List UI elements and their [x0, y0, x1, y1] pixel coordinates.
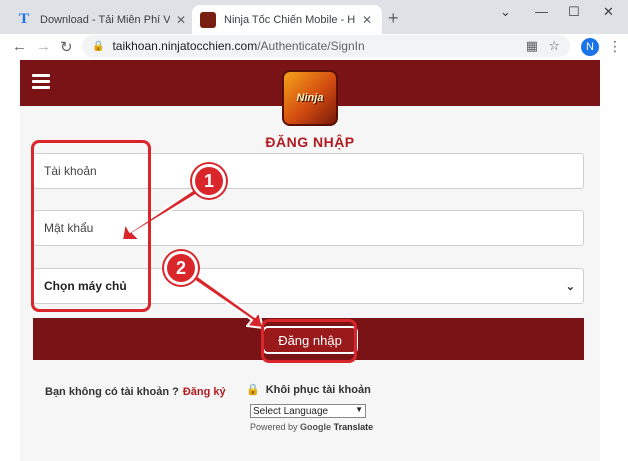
no-account-text: Bạn không có tài khoản ? Đăng ký — [45, 386, 226, 398]
forward-icon[interactable]: → — [36, 38, 51, 55]
profile-avatar[interactable]: N — [581, 38, 599, 56]
minimize-icon[interactable]: — — [535, 4, 548, 19]
browser-tab-bar: T Download - Tải Miễn Phí VN - Ph ✕ Ninj… — [0, 0, 628, 34]
new-tab-icon[interactable]: + — [388, 8, 399, 29]
highlight-box-fields — [31, 140, 151, 312]
tab-title: Ninja Tốc Chiến Mobile - Huyền — [224, 13, 356, 26]
reload-icon[interactable]: ↻ — [60, 38, 73, 56]
powered-by-google[interactable]: Powered by Google Translate — [250, 422, 373, 432]
register-link[interactable]: Đăng ký — [183, 386, 226, 398]
maximize-icon[interactable]: ☐ — [568, 4, 580, 20]
ninja-favicon-icon — [200, 11, 216, 28]
chevron-down-icon: ▼ — [355, 405, 363, 414]
lock-icon: 🔒 — [92, 40, 105, 52]
tab-search-icon[interactable]: ⌄ — [500, 4, 511, 20]
language-select[interactable]: Select Language ▼ — [250, 404, 366, 418]
close-icon[interactable]: ✕ — [174, 13, 188, 27]
step-badge-2: 2 — [164, 251, 198, 285]
address-bar[interactable]: 🔒 taikhoan.ninjatocchien.com/Authenticat… — [82, 35, 570, 57]
step-badge-1: 1 — [192, 164, 226, 198]
url-host: taikhoan.ninjatocchien.com — [112, 39, 258, 53]
highlight-box-login — [261, 319, 357, 363]
hamburger-menu-icon[interactable] — [32, 74, 50, 89]
tab-ninja[interactable]: Ninja Tốc Chiến Mobile - Huyền ✕ — [192, 5, 382, 34]
browser-menu-icon[interactable]: ⋮ — [608, 38, 622, 55]
recover-account-link[interactable]: 🔒 Khôi phục tài khoản — [246, 383, 371, 397]
star-icon[interactable]: ☆ — [548, 38, 560, 54]
window-close-icon[interactable]: ✕ — [603, 4, 614, 20]
browser-toolbar: ← → ↻ 🔒 taikhoan.ninjatocchien.com/Authe… — [0, 34, 628, 60]
url-path: /Authenticate/SignIn — [257, 39, 365, 53]
back-icon[interactable]: ← — [12, 38, 27, 55]
chevron-down-icon: ⌄ — [565, 281, 575, 293]
tab-download[interactable]: T Download - Tải Miễn Phí VN - Ph ✕ — [8, 5, 196, 34]
close-icon[interactable]: ✕ — [360, 13, 374, 27]
tab-title: Download - Tải Miễn Phí VN - Ph — [40, 13, 170, 26]
game-logo[interactable]: Ninja — [282, 70, 338, 126]
t-favicon-icon: T — [18, 11, 29, 27]
qr-code-icon[interactable]: ▦ — [526, 38, 538, 54]
lock-icon: 🔒 — [246, 384, 260, 396]
